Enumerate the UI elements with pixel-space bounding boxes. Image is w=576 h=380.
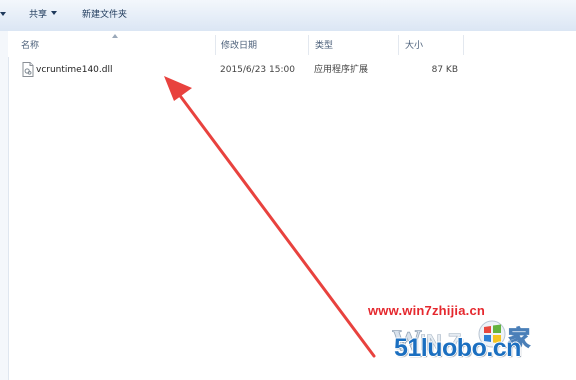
red-arrow-shaft: [176, 91, 376, 358]
watermark-domain: 51luobo.cn: [394, 334, 521, 362]
red-arrow-head-icon: [164, 76, 192, 101]
